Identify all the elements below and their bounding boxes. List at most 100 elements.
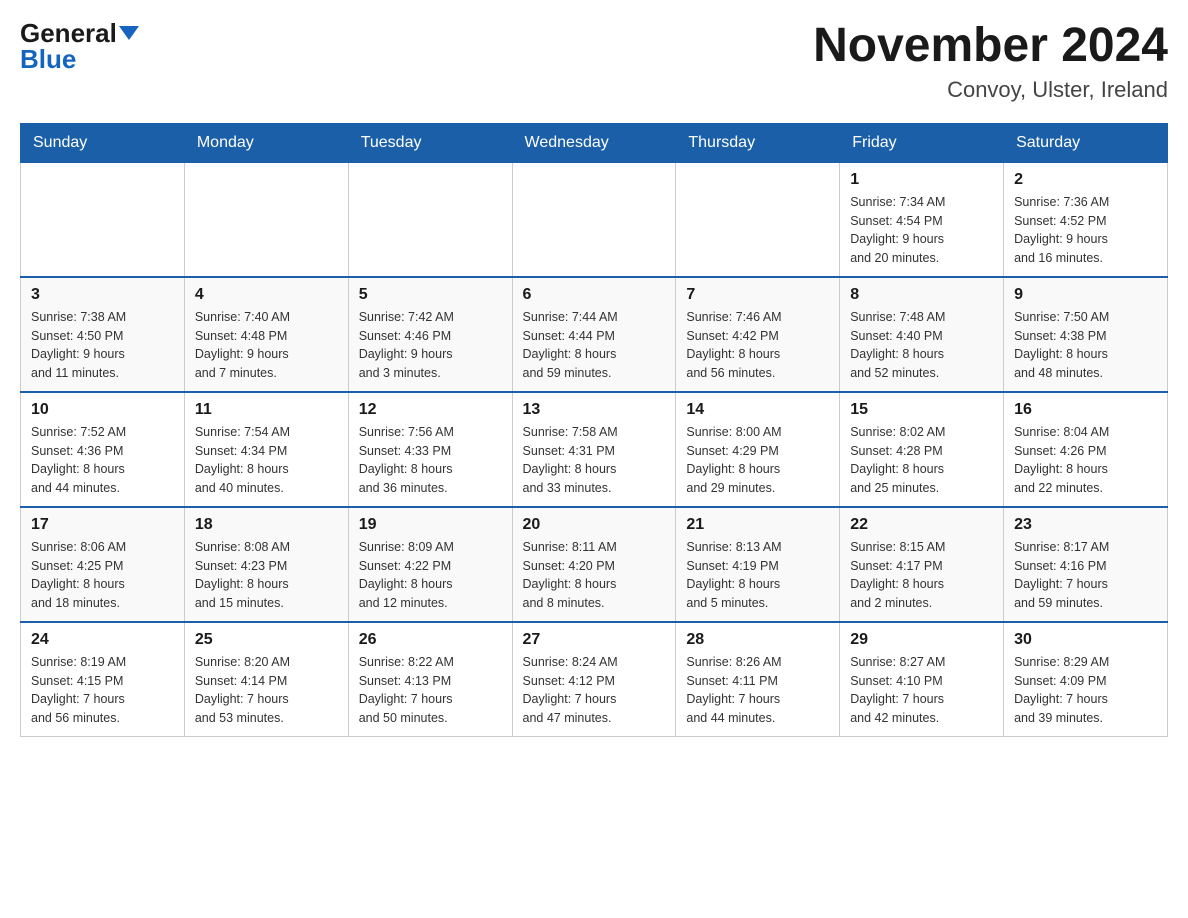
header-wednesday: Wednesday	[512, 123, 676, 162]
day-info: Sunrise: 8:09 AM Sunset: 4:22 PM Dayligh…	[359, 538, 502, 613]
calendar-cell: 6 Sunrise: 7:44 AM Sunset: 4:44 PM Daylig…	[512, 277, 676, 392]
calendar-cell: 20 Sunrise: 8:11 AM Sunset: 4:20 PM Dayli…	[512, 507, 676, 622]
day-info: Sunrise: 8:13 AM Sunset: 4:19 PM Dayligh…	[686, 538, 829, 613]
calendar-cell	[676, 162, 840, 277]
calendar-subtitle: Convoy, Ulster, Ireland	[813, 77, 1168, 103]
calendar-cell: 10Sunrise: 7:52 AM Sunset: 4:36 PM Dayli…	[21, 392, 185, 507]
day-info: Sunrise: 8:00 AM Sunset: 4:29 PM Dayligh…	[686, 423, 829, 498]
day-number: 10	[31, 401, 174, 419]
day-info: Sunrise: 7:58 AM Sunset: 4:31 PM Dayligh…	[523, 423, 666, 498]
calendar-cell: 14 Sunrise: 8:00 AM Sunset: 4:29 PM Dayli…	[676, 392, 840, 507]
calendar-cell: 19 Sunrise: 8:09 AM Sunset: 4:22 PM Dayli…	[348, 507, 512, 622]
calendar-cell: 17 Sunrise: 8:06 AM Sunset: 4:25 PM Dayli…	[21, 507, 185, 622]
calendar-cell: 22 Sunrise: 8:15 AM Sunset: 4:17 PM Dayli…	[840, 507, 1004, 622]
calendar-cell: 27 Sunrise: 8:24 AM Sunset: 4:12 PM Dayli…	[512, 622, 676, 737]
day-info: Sunrise: 8:26 AM Sunset: 4:11 PM Dayligh…	[686, 653, 829, 728]
day-number: 11	[195, 401, 338, 419]
day-info: Sunrise: 8:08 AM Sunset: 4:23 PM Dayligh…	[195, 538, 338, 613]
day-number: 3	[31, 286, 174, 304]
page-header: General Blue November 2024 Convoy, Ulste…	[20, 20, 1168, 103]
calendar-week-0: 1Sunrise: 7:34 AM Sunset: 4:54 PM Daylig…	[21, 162, 1168, 277]
header-monday: Monday	[184, 123, 348, 162]
day-info: Sunrise: 8:24 AM Sunset: 4:12 PM Dayligh…	[523, 653, 666, 728]
day-number: 8	[850, 286, 993, 304]
day-info: Sunrise: 7:50 AM Sunset: 4:38 PM Dayligh…	[1014, 308, 1157, 383]
day-number: 6	[523, 286, 666, 304]
day-info: Sunrise: 7:44 AM Sunset: 4:44 PM Dayligh…	[523, 308, 666, 383]
day-info: Sunrise: 7:48 AM Sunset: 4:40 PM Dayligh…	[850, 308, 993, 383]
calendar-cell: 25 Sunrise: 8:20 AM Sunset: 4:14 PM Dayli…	[184, 622, 348, 737]
calendar-cell: 30 Sunrise: 8:29 AM Sunset: 4:09 PM Dayli…	[1004, 622, 1168, 737]
day-number: 4	[195, 286, 338, 304]
day-info: Sunrise: 8:17 AM Sunset: 4:16 PM Dayligh…	[1014, 538, 1157, 613]
day-info: Sunrise: 8:11 AM Sunset: 4:20 PM Dayligh…	[523, 538, 666, 613]
day-info: Sunrise: 8:29 AM Sunset: 4:09 PM Dayligh…	[1014, 653, 1157, 728]
logo-general-text: General	[20, 20, 117, 46]
calendar-cell: 2 Sunrise: 7:36 AM Sunset: 4:52 PM Daylig…	[1004, 162, 1168, 277]
day-info: Sunrise: 7:40 AM Sunset: 4:48 PM Dayligh…	[195, 308, 338, 383]
day-info: Sunrise: 7:42 AM Sunset: 4:46 PM Dayligh…	[359, 308, 502, 383]
day-number: 7	[686, 286, 829, 304]
calendar-cell: 5 Sunrise: 7:42 AM Sunset: 4:46 PM Daylig…	[348, 277, 512, 392]
day-number: 30	[1014, 631, 1157, 649]
header-tuesday: Tuesday	[348, 123, 512, 162]
day-number: 25	[195, 631, 338, 649]
calendar-cell	[184, 162, 348, 277]
calendar-cell: 7Sunrise: 7:46 AM Sunset: 4:42 PM Daylig…	[676, 277, 840, 392]
calendar-cell: 8 Sunrise: 7:48 AM Sunset: 4:40 PM Daylig…	[840, 277, 1004, 392]
calendar-cell: 15 Sunrise: 8:02 AM Sunset: 4:28 PM Dayli…	[840, 392, 1004, 507]
calendar-cell: 11Sunrise: 7:54 AM Sunset: 4:34 PM Dayli…	[184, 392, 348, 507]
calendar-week-2: 10Sunrise: 7:52 AM Sunset: 4:36 PM Dayli…	[21, 392, 1168, 507]
day-number: 29	[850, 631, 993, 649]
day-info: Sunrise: 8:02 AM Sunset: 4:28 PM Dayligh…	[850, 423, 993, 498]
calendar-cell	[348, 162, 512, 277]
day-info: Sunrise: 7:36 AM Sunset: 4:52 PM Dayligh…	[1014, 193, 1157, 268]
calendar-week-1: 3 Sunrise: 7:38 AM Sunset: 4:50 PM Daylig…	[21, 277, 1168, 392]
day-number: 14	[686, 401, 829, 419]
header-row: Sunday Monday Tuesday Wednesday Thursday…	[21, 123, 1168, 162]
logo-triangle-icon	[119, 26, 139, 40]
day-number: 9	[1014, 286, 1157, 304]
day-number: 22	[850, 516, 993, 534]
calendar-cell	[512, 162, 676, 277]
day-info: Sunrise: 7:38 AM Sunset: 4:50 PM Dayligh…	[31, 308, 174, 383]
day-number: 19	[359, 516, 502, 534]
title-section: November 2024 Convoy, Ulster, Ireland	[813, 20, 1168, 103]
day-info: Sunrise: 7:56 AM Sunset: 4:33 PM Dayligh…	[359, 423, 502, 498]
day-number: 27	[523, 631, 666, 649]
header-friday: Friday	[840, 123, 1004, 162]
day-info: Sunrise: 8:20 AM Sunset: 4:14 PM Dayligh…	[195, 653, 338, 728]
calendar-cell: 28Sunrise: 8:26 AM Sunset: 4:11 PM Dayli…	[676, 622, 840, 737]
day-number: 21	[686, 516, 829, 534]
day-number: 2	[1014, 171, 1157, 189]
calendar-cell: 21 Sunrise: 8:13 AM Sunset: 4:19 PM Dayli…	[676, 507, 840, 622]
day-number: 13	[523, 401, 666, 419]
calendar-cell: 23 Sunrise: 8:17 AM Sunset: 4:16 PM Dayli…	[1004, 507, 1168, 622]
calendar-cell: 1Sunrise: 7:34 AM Sunset: 4:54 PM Daylig…	[840, 162, 1004, 277]
logo-blue-text: Blue	[20, 46, 76, 72]
calendar-cell: 18Sunrise: 8:08 AM Sunset: 4:23 PM Dayli…	[184, 507, 348, 622]
day-number: 5	[359, 286, 502, 304]
day-number: 26	[359, 631, 502, 649]
calendar-cell: 24Sunrise: 8:19 AM Sunset: 4:15 PM Dayli…	[21, 622, 185, 737]
calendar-cell: 13 Sunrise: 7:58 AM Sunset: 4:31 PM Dayli…	[512, 392, 676, 507]
calendar-title: November 2024	[813, 20, 1168, 73]
day-number: 12	[359, 401, 502, 419]
day-number: 23	[1014, 516, 1157, 534]
day-info: Sunrise: 8:15 AM Sunset: 4:17 PM Dayligh…	[850, 538, 993, 613]
calendar-week-4: 24Sunrise: 8:19 AM Sunset: 4:15 PM Dayli…	[21, 622, 1168, 737]
calendar-cell: 3 Sunrise: 7:38 AM Sunset: 4:50 PM Daylig…	[21, 277, 185, 392]
calendar-week-3: 17 Sunrise: 8:06 AM Sunset: 4:25 PM Dayli…	[21, 507, 1168, 622]
day-number: 16	[1014, 401, 1157, 419]
day-info: Sunrise: 8:19 AM Sunset: 4:15 PM Dayligh…	[31, 653, 174, 728]
day-info: Sunrise: 7:34 AM Sunset: 4:54 PM Dayligh…	[850, 193, 993, 268]
day-info: Sunrise: 8:22 AM Sunset: 4:13 PM Dayligh…	[359, 653, 502, 728]
day-number: 15	[850, 401, 993, 419]
calendar-cell: 16Sunrise: 8:04 AM Sunset: 4:26 PM Dayli…	[1004, 392, 1168, 507]
header-thursday: Thursday	[676, 123, 840, 162]
day-number: 20	[523, 516, 666, 534]
logo: General Blue	[20, 20, 139, 72]
header-saturday: Saturday	[1004, 123, 1168, 162]
day-info: Sunrise: 8:06 AM Sunset: 4:25 PM Dayligh…	[31, 538, 174, 613]
day-number: 17	[31, 516, 174, 534]
